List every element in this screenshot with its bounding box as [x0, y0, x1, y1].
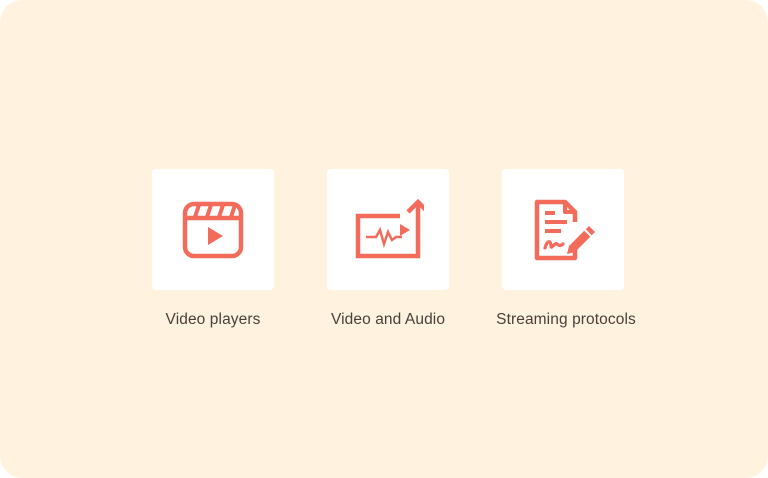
video-audio-upload-icon — [355, 198, 424, 258]
feature-tile-streaming-protocols — [502, 169, 624, 290]
document-sign-icon — [534, 199, 595, 260]
feature-tile-video-audio — [327, 169, 449, 290]
feature-panel: Video players Video and Audio Streaming … — [0, 0, 768, 478]
video-player-icon — [182, 201, 244, 258]
feature-label-video-players: Video players — [165, 311, 261, 328]
feature-label-streaming-protocols: Streaming protocols — [496, 311, 636, 328]
feature-label-video-audio: Video and Audio — [330, 311, 446, 328]
feature-tile-video-players — [152, 169, 274, 290]
